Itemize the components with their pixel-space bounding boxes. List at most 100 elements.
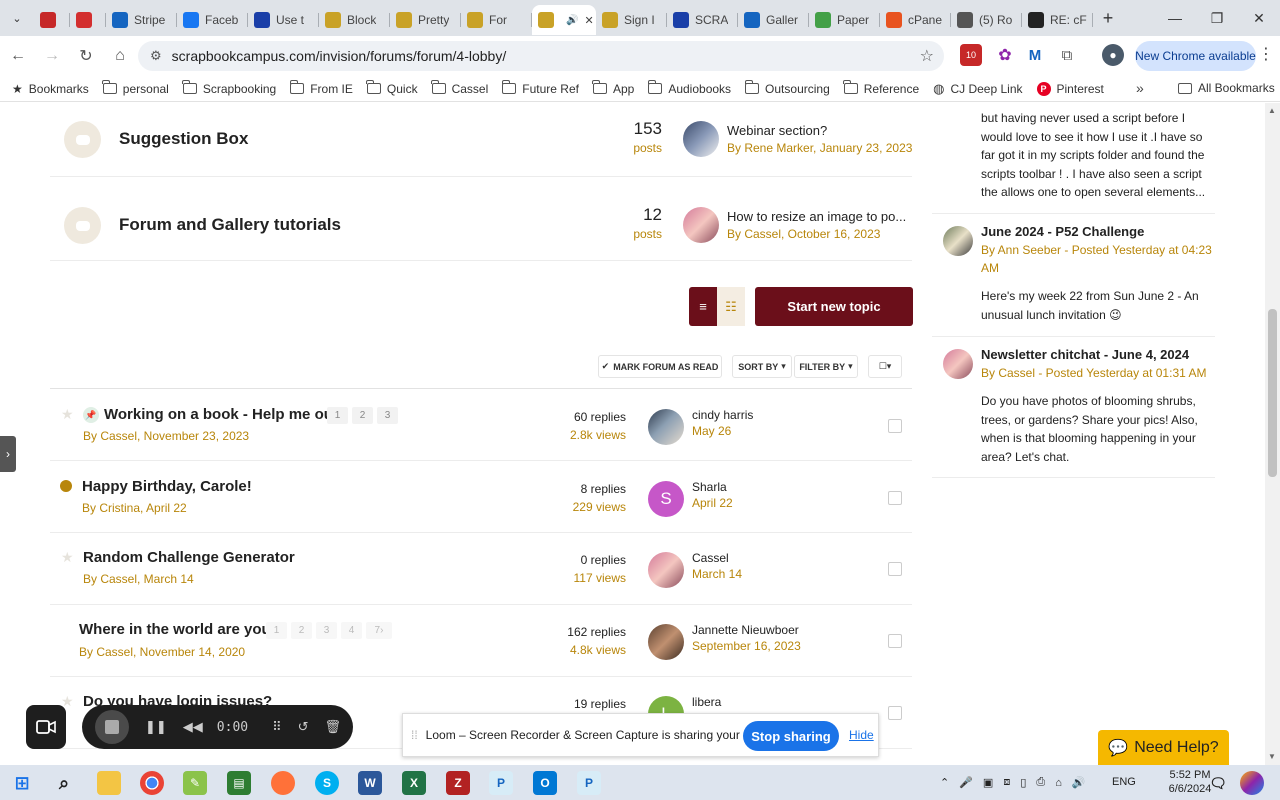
avatar[interactable] (648, 409, 684, 445)
home-icon[interactable]: ⌂ (104, 40, 136, 72)
bookmark-item[interactable]: Reference (843, 80, 919, 96)
restart-icon[interactable]: ↺ (298, 719, 309, 735)
sidebar-post-title[interactable]: Newsletter chitchat - June 4, 2024 (981, 347, 1215, 362)
minimize-icon[interactable]: — (1154, 0, 1196, 36)
topic-checkbox[interactable] (888, 562, 902, 576)
topic-author[interactable]: By Cristina, April 22 (82, 501, 187, 515)
reload-icon[interactable]: ↻ (70, 40, 102, 72)
avatar[interactable] (683, 121, 719, 157)
filter-by-button[interactable]: FILTER BY ▾ (794, 355, 858, 378)
forum-title[interactable]: Suggestion Box (119, 129, 248, 149)
stop-recording-button[interactable] (95, 710, 129, 744)
start-new-topic-button[interactable]: Start new topic (755, 287, 913, 326)
update-chrome-button[interactable]: New Chrome available (1135, 41, 1256, 71)
browser-tab[interactable]: (5) Ro (951, 5, 1022, 35)
select-all-button[interactable]: ☐▾ (868, 355, 902, 378)
file-explorer-icon[interactable] (97, 771, 121, 795)
bookmark-item[interactable]: Outsourcing (744, 80, 830, 96)
last-post-date[interactable]: April 22 (692, 496, 733, 510)
last-post-date[interactable]: September 16, 2023 (692, 639, 801, 653)
hide-link[interactable]: Hide (849, 728, 874, 742)
browser-tab[interactable]: Faceb (177, 5, 248, 35)
bookmark-item[interactable]: App (592, 80, 634, 96)
topic-author[interactable]: By Cassel, March 14 (83, 572, 194, 586)
search-icon[interactable]: ⌕ (52, 771, 76, 795)
menu-icon[interactable]: ⋮ (1256, 44, 1276, 64)
topic-row[interactable]: Happy Birthday, Carole! By Cristina, Apr… (50, 461, 912, 533)
extensions-icon[interactable]: ⧉ (1056, 44, 1078, 66)
topic-title[interactable]: Working on a book - Help me out! (104, 406, 343, 423)
page-link[interactable]: 3 (377, 407, 398, 424)
notifications-icon[interactable]: 🗨 (1206, 771, 1230, 795)
network-icon[interactable]: ⌂ (1055, 777, 1062, 789)
last-post-title[interactable]: How to resize an image to po... (727, 209, 906, 224)
browser-tab[interactable]: Sign I (596, 5, 667, 35)
rewind-icon[interactable]: ◀◀ (183, 719, 203, 735)
app-paint-icon[interactable]: ✎ (183, 771, 207, 795)
grid-view-icon[interactable]: ☷ (717, 287, 745, 326)
browser-tab[interactable]: RE: cF (1022, 5, 1093, 35)
tray-app-icon[interactable]: ▯ (1020, 776, 1026, 789)
page-scrollbar[interactable]: ▲ ▼ (1265, 103, 1280, 765)
bookmark-item[interactable]: personal (102, 80, 169, 96)
word-icon[interactable]: W (358, 771, 382, 795)
last-poster[interactable]: Cassel (692, 551, 729, 565)
bookmark-item[interactable]: Future Ref (501, 80, 579, 96)
skype-icon[interactable]: S (315, 771, 339, 795)
topic-checkbox[interactable] (888, 419, 902, 433)
page-link[interactable]: 1 (266, 622, 287, 639)
excel-icon[interactable]: X (402, 771, 426, 795)
all-bookmarks-button[interactable]: All Bookmarks (1178, 81, 1275, 95)
sidebar-post-title[interactable]: June 2024 - P52 Challenge (981, 224, 1215, 239)
sort-by-button[interactable]: SORT BY ▾ (732, 355, 792, 378)
extension-puzzle-color-icon[interactable]: ✿ (994, 44, 1016, 66)
need-help-button[interactable]: 💬 Need Help? (1098, 730, 1229, 765)
grip-icon[interactable]: ⁞⁞ (411, 728, 418, 742)
last-post-by[interactable]: By Rene Marker, January 23, 2023 (727, 141, 912, 155)
forward-icon[interactable]: → (36, 40, 68, 72)
more-bookmarks-icon[interactable]: » (1136, 80, 1144, 96)
browser-tab[interactable]: For (461, 5, 532, 35)
tray-app-icon[interactable]: ⎙ (1036, 776, 1045, 789)
profile-avatar[interactable]: ● (1102, 44, 1124, 66)
browser-tab[interactable]: cPane (880, 5, 951, 35)
address-bar[interactable]: ⚙ scrapbookcampus.com/invision/forums/fo… (138, 41, 944, 71)
forum-row[interactable]: Forum and Gallery tutorials 12 posts How… (50, 177, 912, 261)
back-icon[interactable]: ← (2, 40, 34, 72)
avatar[interactable] (648, 552, 684, 588)
tray-app-icon[interactable]: ⧈ (1003, 776, 1010, 789)
site-info-icon[interactable]: ⚙ (150, 48, 162, 64)
forum-title[interactable]: Forum and Gallery tutorials (119, 215, 341, 235)
firefox-icon[interactable] (271, 771, 295, 795)
sidebar-post-excerpt[interactable]: but having never used a script before I … (981, 109, 1211, 202)
close-tab-icon[interactable]: ✕ (584, 14, 593, 27)
bookmark-item[interactable]: ★ Bookmarks (12, 82, 89, 96)
browser-tab[interactable]: Stripe (106, 5, 177, 35)
scroll-up-icon[interactable]: ▲ (1268, 106, 1276, 115)
last-post-title[interactable]: Webinar section? (727, 123, 827, 138)
last-poster[interactable]: Jannette Nieuwboer (692, 623, 799, 637)
psp-icon[interactable]: P (489, 771, 513, 795)
topic-checkbox[interactable] (888, 634, 902, 648)
topic-title[interactable]: Where in the world are you? (79, 621, 280, 638)
topic-checkbox[interactable] (888, 706, 902, 720)
page-link-last[interactable]: 7 › (366, 622, 392, 639)
list-view-icon[interactable]: ≡ (689, 287, 717, 326)
tray-expand-icon[interactable]: ⌃ (940, 776, 949, 789)
avatar[interactable] (648, 624, 684, 660)
topic-title[interactable]: Happy Birthday, Carole! (82, 478, 252, 495)
bookmark-item[interactable]: Scrapbooking (182, 80, 276, 96)
last-post-date[interactable]: March 14 (692, 567, 742, 581)
drag-handle-icon[interactable]: ⠿ (272, 719, 282, 735)
last-poster[interactable]: cindy harris (692, 408, 753, 422)
last-poster[interactable]: Sharla (692, 480, 727, 494)
bookmark-item[interactable]: ◍ CJ Deep Link (933, 81, 1022, 97)
windows-start-icon[interactable]: ⊞ (10, 771, 34, 795)
bookmark-item[interactable]: P Pinterest (1036, 81, 1104, 96)
volume-icon[interactable]: 🔊 (1072, 776, 1086, 789)
last-post-date[interactable]: May 26 (692, 424, 731, 438)
avatar[interactable]: S (648, 481, 684, 517)
browser-tab[interactable] (34, 5, 70, 35)
page-link[interactable]: 3 (316, 622, 337, 639)
topic-row[interactable]: Where in the world are you? 1 2 3 4 7 › B… (50, 605, 912, 677)
